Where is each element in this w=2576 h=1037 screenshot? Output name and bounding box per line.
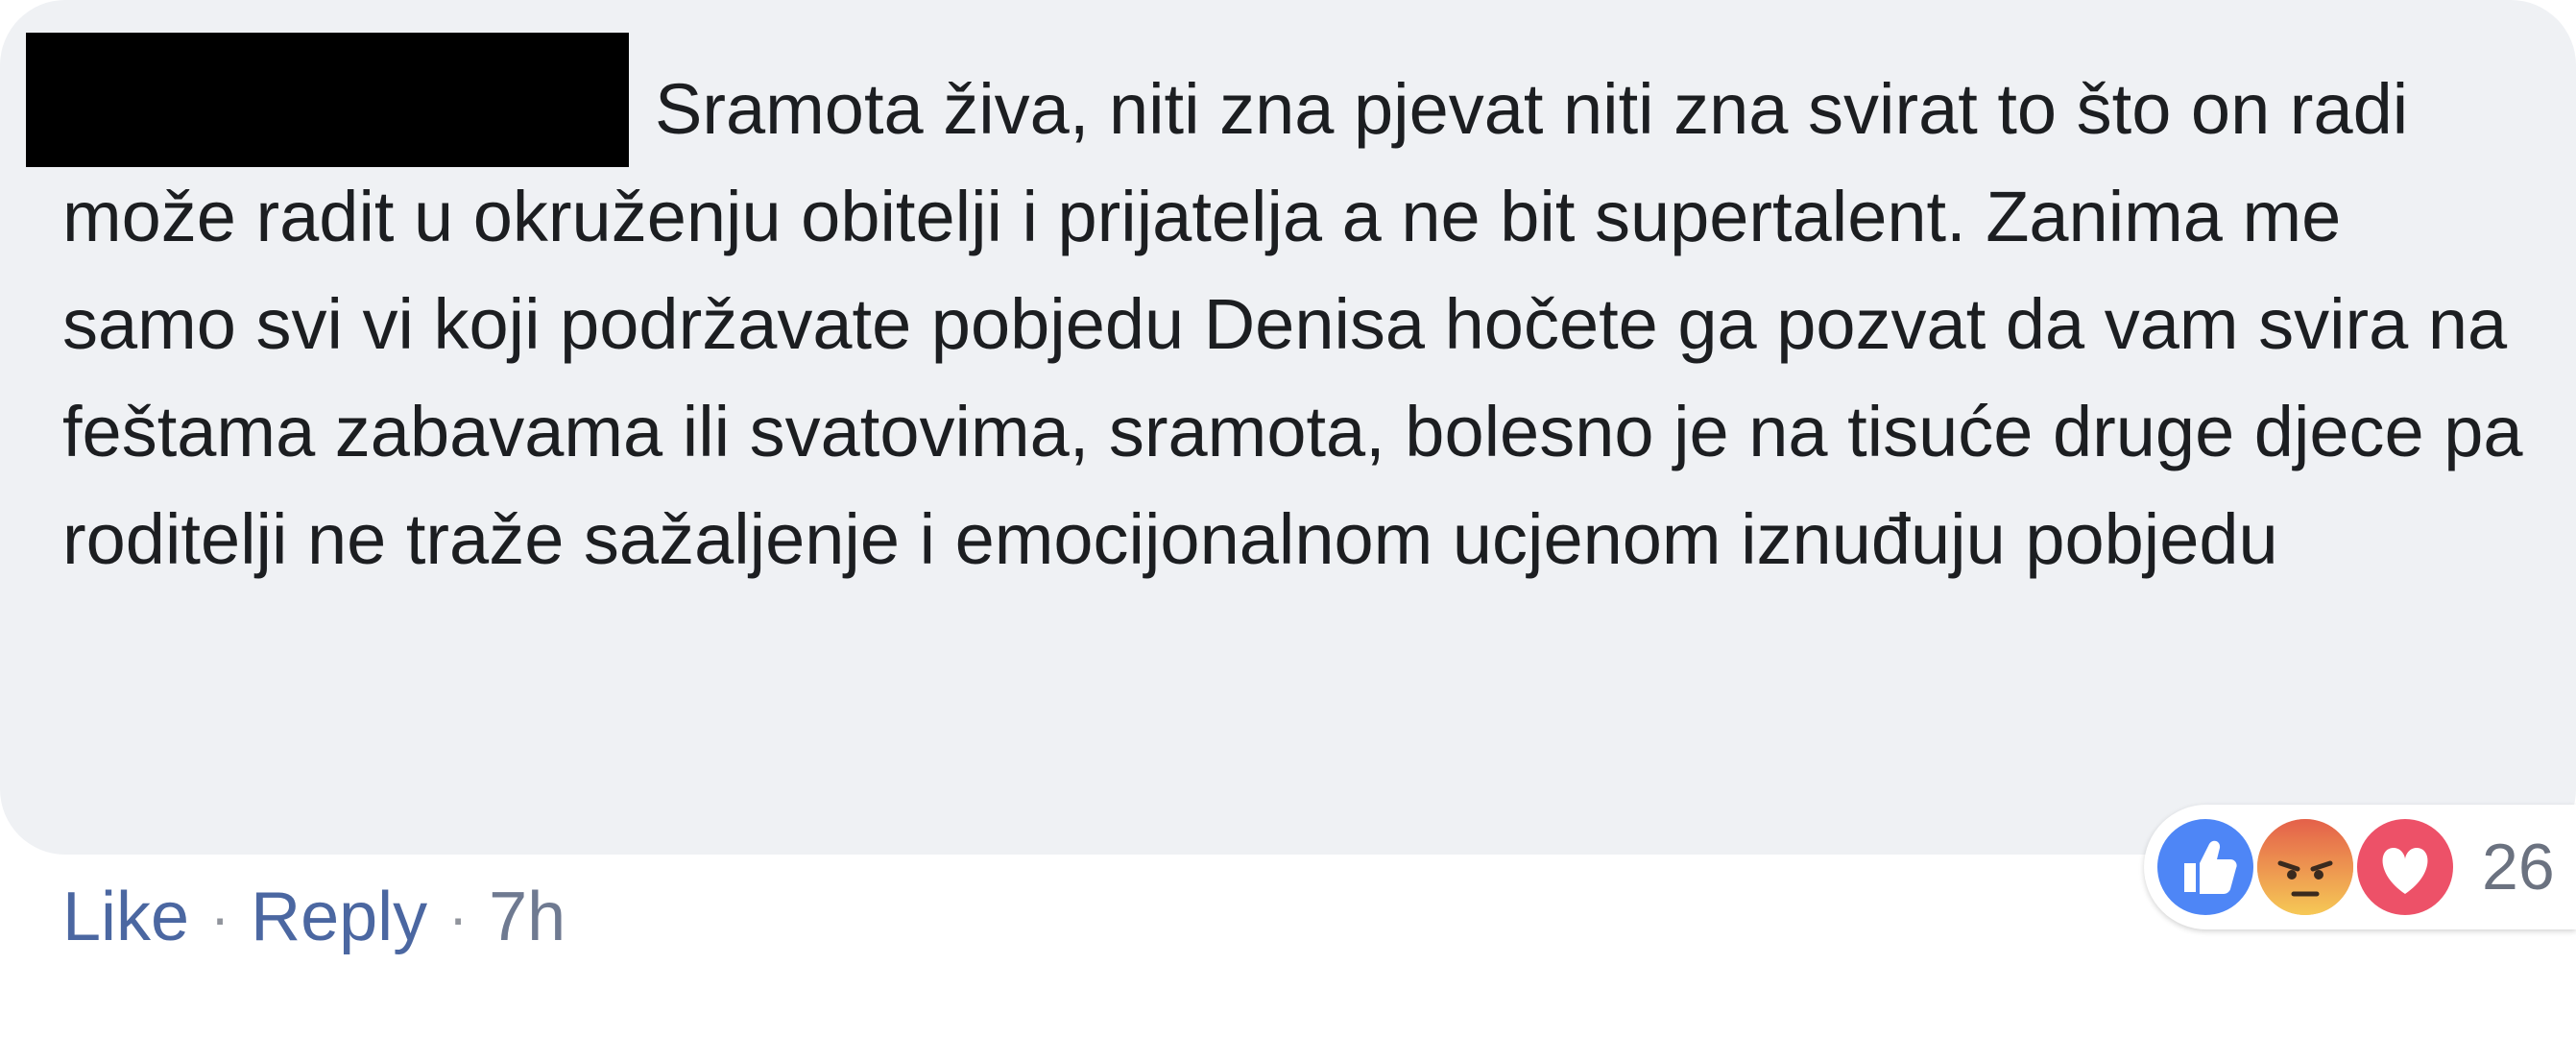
like-icon (2154, 815, 2257, 919)
comment-timestamp[interactable]: 7h (489, 878, 566, 956)
like-button[interactable]: Like (62, 878, 189, 956)
reactions-summary[interactable]: 26 (2144, 805, 2576, 929)
reply-button[interactable]: Reply (251, 878, 427, 956)
separator: · (210, 884, 230, 950)
comment-actions: Like · Reply · 7h (62, 869, 566, 965)
love-icon (2353, 815, 2457, 919)
separator: · (448, 884, 469, 950)
comment-text: Sramota živa, niti zna pjevat niti zna s… (62, 69, 2523, 579)
angry-icon (2253, 815, 2357, 919)
comment-bubble: Sramota živa, niti zna pjevat niti zna s… (0, 0, 2576, 855)
reaction-icons (2154, 811, 2461, 923)
reaction-count: 26 (2482, 831, 2555, 904)
